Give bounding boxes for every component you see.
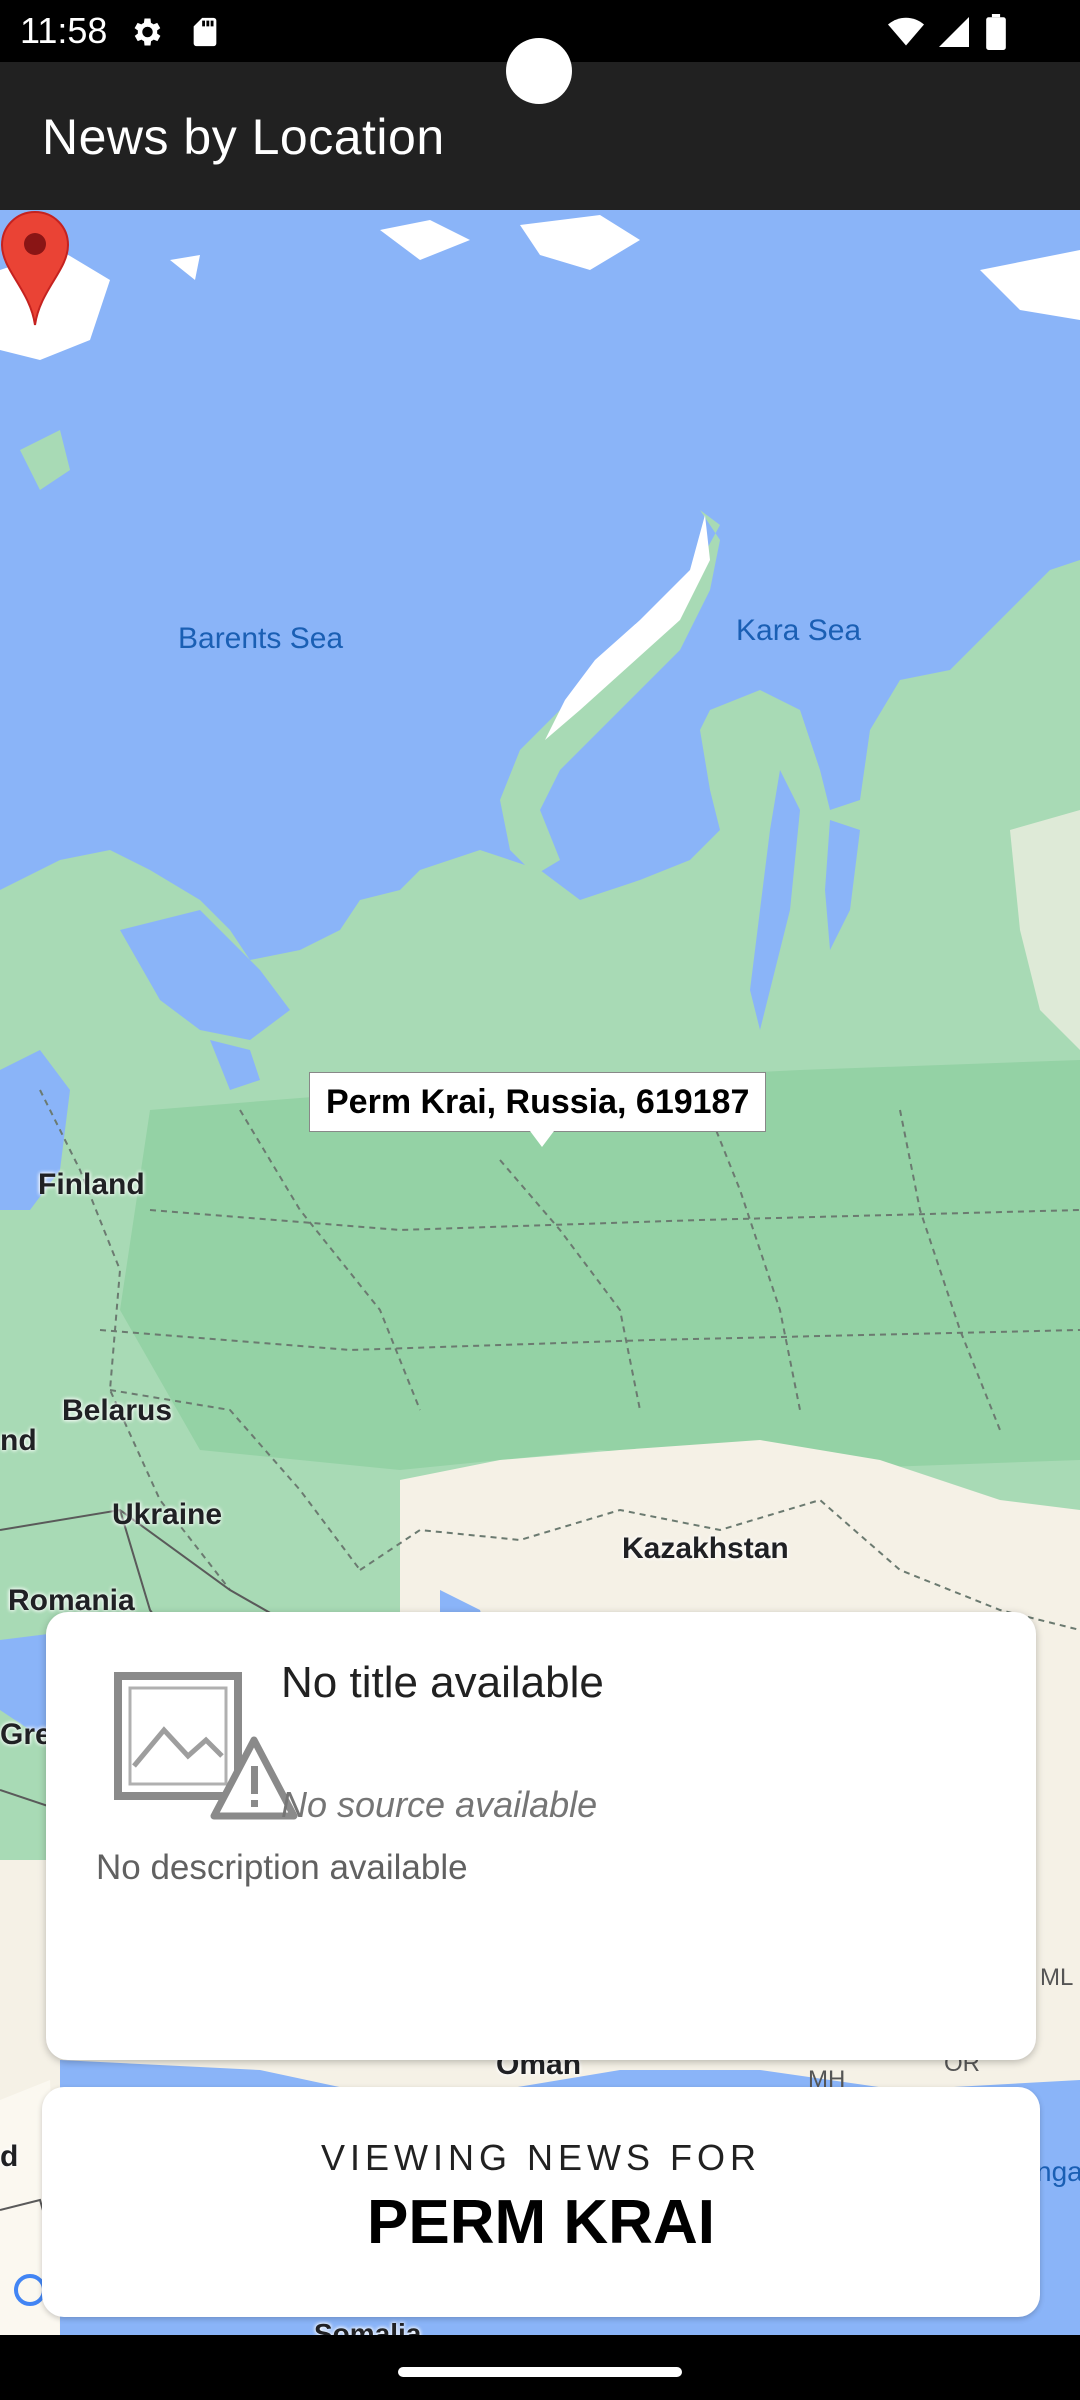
gesture-handle[interactable] — [398, 2367, 682, 2377]
viewing-location-name: PERM KRAI — [367, 2188, 715, 2257]
map-pin-icon[interactable] — [0, 210, 70, 330]
navigation-bar — [0, 2335, 1080, 2400]
news-description: No description available — [96, 1848, 468, 1887]
map-label-kazakhstan: Kazakhstan — [622, 1532, 789, 1565]
map-label-kara-sea: Kara Sea — [736, 614, 862, 647]
broken-image-icon — [114, 1672, 298, 1820]
news-source: No source available — [281, 1784, 598, 1825]
viewing-news-label: VIEWING NEWS FOR — [321, 2137, 761, 2178]
settings-icon — [134, 18, 161, 46]
map-label-nd-fragment: nd — [0, 1424, 37, 1457]
map-label-ukraine: Ukraine — [112, 1498, 223, 1531]
app-title: News by Location — [42, 109, 445, 165]
map-label-belarus: Belarus — [62, 1394, 173, 1427]
cellular-icon — [939, 17, 969, 47]
news-title: No title available — [281, 1658, 604, 1707]
map-label-ml-fragment: ML — [1040, 1964, 1074, 1991]
status-time: 11:58 — [20, 10, 108, 51]
wifi-icon — [888, 17, 924, 46]
camera-cutout — [506, 38, 572, 104]
marker-info-window[interactable]: Perm Krai, Russia, 619187 — [309, 1072, 767, 1132]
viewing-location-card: VIEWING NEWS FOR PERM KRAI — [42, 2087, 1040, 2317]
map-label-d-fragment: d — [0, 2140, 19, 2173]
map-label-somalia: Somalia — [314, 2318, 422, 2335]
sd-card-icon — [193, 17, 217, 47]
marker-info-text: Perm Krai, Russia, 619187 — [326, 1082, 750, 1121]
screen: 11:58 News by Location Barents Sea Kara … — [0, 0, 1080, 2400]
info-window-tail — [530, 1131, 554, 1147]
battery-icon — [986, 14, 1006, 50]
map-label-nga-fragment: nga — [1036, 2156, 1080, 2187]
news-card[interactable]: No title available No source available N… — [46, 1612, 1036, 2060]
map-label-finland: Finland — [38, 1168, 145, 1201]
map-label-barents-sea: Barents Sea — [178, 622, 344, 655]
